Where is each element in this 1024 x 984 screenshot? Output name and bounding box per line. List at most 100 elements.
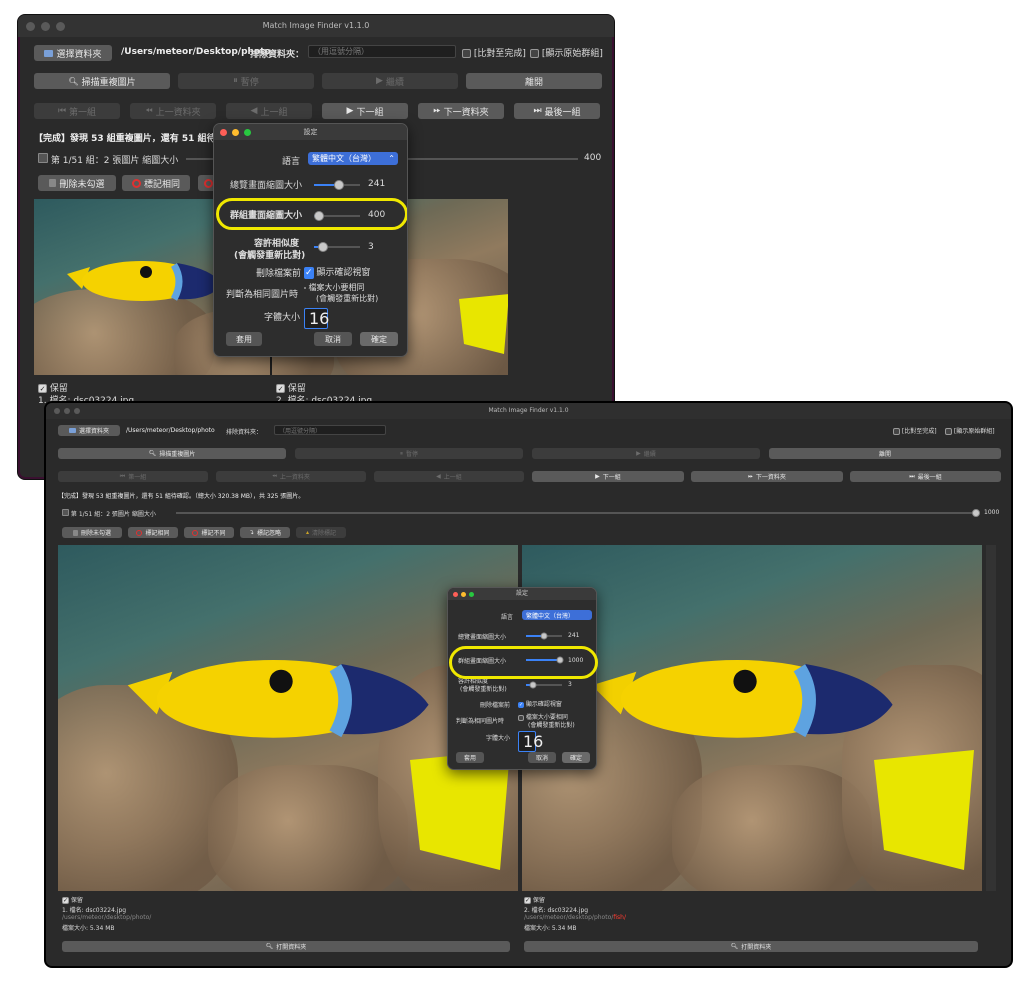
mark-same-button[interactable]: 標記相同 bbox=[122, 175, 190, 191]
clear-marks-button[interactable]: ▴ 清除標記 bbox=[296, 527, 346, 538]
zoom-dot-icon[interactable] bbox=[56, 21, 65, 31]
pause-icon: ⏸︎ bbox=[233, 76, 238, 86]
show-original-toggle[interactable]: [顯示原始群組] bbox=[945, 426, 995, 435]
show-original-checkbox[interactable] bbox=[530, 49, 539, 58]
resume-button[interactable]: ▶︎ 繼續 bbox=[322, 73, 458, 89]
keep-checkbox-2[interactable]: ✓ bbox=[276, 384, 285, 393]
resume-label: 繼續 bbox=[385, 77, 404, 88]
dialog-zoom-icon[interactable] bbox=[469, 591, 474, 597]
prev-group-button[interactable]: ◀︎ 上一組 bbox=[226, 103, 312, 119]
mark-same-button[interactable]: 標記相同 bbox=[128, 527, 178, 538]
same-label: 判斷為相同圖片時 bbox=[456, 718, 505, 725]
cancel-button[interactable]: 取消 bbox=[528, 752, 556, 763]
last-group-button[interactable]: ⏭︎ 最後一組 bbox=[850, 471, 1001, 482]
zoom-dot-icon[interactable] bbox=[74, 408, 80, 414]
keep-checkbox-1[interactable]: ✓ bbox=[62, 897, 69, 904]
browse-thumb-slider[interactable] bbox=[526, 632, 562, 640]
confirm-checkbox[interactable]: ✓ bbox=[518, 701, 524, 708]
delete-unchecked-button[interactable]: 刪除未勾選 bbox=[38, 175, 116, 191]
browse-thumb-slider[interactable] bbox=[314, 180, 360, 190]
first-group-button[interactable]: ⏮︎ 第一組 bbox=[58, 471, 208, 482]
keep-checkbox-1[interactable]: ✓ bbox=[38, 384, 47, 393]
mark-ignore-button[interactable]: ↴ 標記忽略 bbox=[240, 527, 290, 538]
compare-checkbox[interactable] bbox=[462, 49, 471, 58]
apply-button[interactable]: 套用 bbox=[226, 332, 262, 346]
show-original-checkbox[interactable] bbox=[945, 428, 952, 435]
window-title: Match Image Finder v1.1.0 bbox=[488, 407, 569, 414]
thumb-size-knob[interactable] bbox=[972, 509, 980, 517]
language-select[interactable]: 繁體中文（台灣） bbox=[522, 610, 592, 620]
leave-button[interactable]: 離開 bbox=[466, 73, 602, 89]
open-folder-button-1[interactable]: 🔍︎ 打開資料夾 bbox=[62, 941, 510, 952]
before-delete-toggle[interactable]: ✓ 顯示確認視窗 bbox=[304, 265, 370, 279]
thumb-size-slider[interactable] bbox=[176, 509, 980, 517]
dialog-minimize-icon[interactable] bbox=[232, 128, 239, 136]
keep-row-2[interactable]: ✓ 保留 bbox=[524, 895, 545, 904]
dialog-title: 設定 bbox=[515, 590, 528, 597]
open-folder-button-2[interactable]: 🔍︎ 打開資料夾 bbox=[524, 941, 978, 952]
compare-to-end-toggle[interactable]: [比對至完成] bbox=[893, 426, 937, 435]
same-size-checkbox[interactable] bbox=[304, 286, 306, 289]
close-dot-icon[interactable] bbox=[54, 408, 60, 414]
dialog-close-icon[interactable] bbox=[453, 591, 458, 597]
show-original-toggle[interactable]: [顯示原始群組] bbox=[530, 46, 603, 59]
font-size-stepper[interactable]: 16 bbox=[304, 308, 329, 329]
dialog-zoom-icon[interactable] bbox=[244, 128, 251, 136]
keep-checkbox-2[interactable]: ✓ bbox=[524, 897, 531, 904]
exclude-input[interactable]: （用逗號分隔） bbox=[274, 425, 386, 435]
exclude-input[interactable]: （用逗號分隔） bbox=[308, 45, 456, 58]
group-info-row: 第 1/51 組：2 張圖片 縮圖大小 bbox=[38, 153, 178, 166]
first-group-button[interactable]: ⏮︎ 第一組 bbox=[34, 103, 120, 119]
prev-folder-button[interactable]: ⏪︎ 上一資料夾 bbox=[216, 471, 366, 482]
language-select[interactable]: 繁體中文（台灣） ⌃ bbox=[308, 152, 398, 165]
compare-to-end-toggle[interactable]: [比對至完成] bbox=[462, 46, 526, 59]
next-group-button[interactable]: ▶︎ 下一組 bbox=[322, 103, 408, 119]
close-dot-icon[interactable] bbox=[26, 21, 35, 31]
leave-button[interactable]: 離開 bbox=[769, 448, 1001, 459]
prev-folder-button[interactable]: ⏪︎ 上一資料夾 bbox=[130, 103, 216, 119]
keep-row-1[interactable]: ✓ 保留 bbox=[62, 895, 83, 904]
resume-button[interactable]: ▶︎ 繼續 bbox=[532, 448, 760, 459]
cancel-button[interactable]: 取消 bbox=[314, 332, 352, 346]
dialog-minimize-icon[interactable] bbox=[461, 591, 466, 597]
same-size-toggle[interactable]: 檔案大小要相同 bbox=[304, 282, 365, 293]
group-info: 第 1/51 組：2 張圖片 bbox=[50, 156, 140, 166]
same-size-sub: (會觸發重新比對) bbox=[316, 294, 379, 303]
last-group-button[interactable]: ⏭︎ 最後一組 bbox=[514, 103, 600, 119]
confirm-checkbox[interactable]: ✓ bbox=[304, 266, 314, 279]
scrollbar[interactable] bbox=[986, 545, 996, 891]
thumb-size-value: 400 bbox=[584, 153, 602, 163]
same-size-checkbox[interactable] bbox=[518, 714, 524, 721]
next-group-button[interactable]: ▶︎ 下一組 bbox=[532, 471, 684, 482]
browse-thumb-knob[interactable] bbox=[540, 632, 548, 640]
red-circle-icon bbox=[136, 529, 143, 536]
minimize-dot-icon[interactable] bbox=[64, 408, 70, 414]
ok-button[interactable]: 確定 bbox=[360, 332, 398, 346]
thumb-size-value: 1000 bbox=[984, 509, 1000, 516]
pause-button[interactable]: ⏸︎ 暫停 bbox=[295, 448, 523, 459]
home-icon[interactable] bbox=[38, 153, 48, 163]
scan-button[interactable]: 🔍︎ 掃描重複圖片 bbox=[58, 448, 286, 459]
apply-button[interactable]: 套用 bbox=[456, 752, 484, 763]
next-folder-button[interactable]: ⏩︎ 下一資料夾 bbox=[418, 103, 504, 119]
choose-folder-button[interactable]: 選擇資料夾 bbox=[34, 45, 112, 61]
tolerance-slider[interactable] bbox=[314, 242, 360, 252]
prev-group-button[interactable]: ◀︎ 上一組 bbox=[374, 471, 524, 482]
scan-button[interactable]: 🔍︎ 掃描重複圖片 bbox=[34, 73, 170, 89]
font-size-stepper[interactable]: 16 bbox=[518, 731, 543, 752]
mark-diff-button[interactable]: 標記不同 bbox=[184, 527, 234, 538]
compare-checkbox[interactable] bbox=[893, 428, 900, 435]
pause-button[interactable]: ⏸︎ 暫停 bbox=[178, 73, 314, 89]
choose-folder-button[interactable]: 選擇資料夾 bbox=[58, 425, 120, 436]
browse-thumb-knob[interactable] bbox=[334, 180, 345, 190]
tolerance-knob[interactable] bbox=[529, 681, 537, 689]
minimize-dot-icon[interactable] bbox=[41, 21, 50, 31]
next-folder-button[interactable]: ⏩︎ 下一資料夾 bbox=[691, 471, 843, 482]
before-delete-toggle[interactable]: ✓ 顯示確認視窗 bbox=[518, 699, 562, 708]
dialog-close-icon[interactable] bbox=[220, 128, 227, 136]
home-icon[interactable] bbox=[62, 509, 69, 516]
tolerance-slider[interactable] bbox=[526, 681, 562, 689]
ok-button[interactable]: 確定 bbox=[562, 752, 590, 763]
tolerance-knob[interactable] bbox=[318, 242, 329, 252]
delete-unchecked-button[interactable]: 刪除未勾選 bbox=[62, 527, 122, 538]
